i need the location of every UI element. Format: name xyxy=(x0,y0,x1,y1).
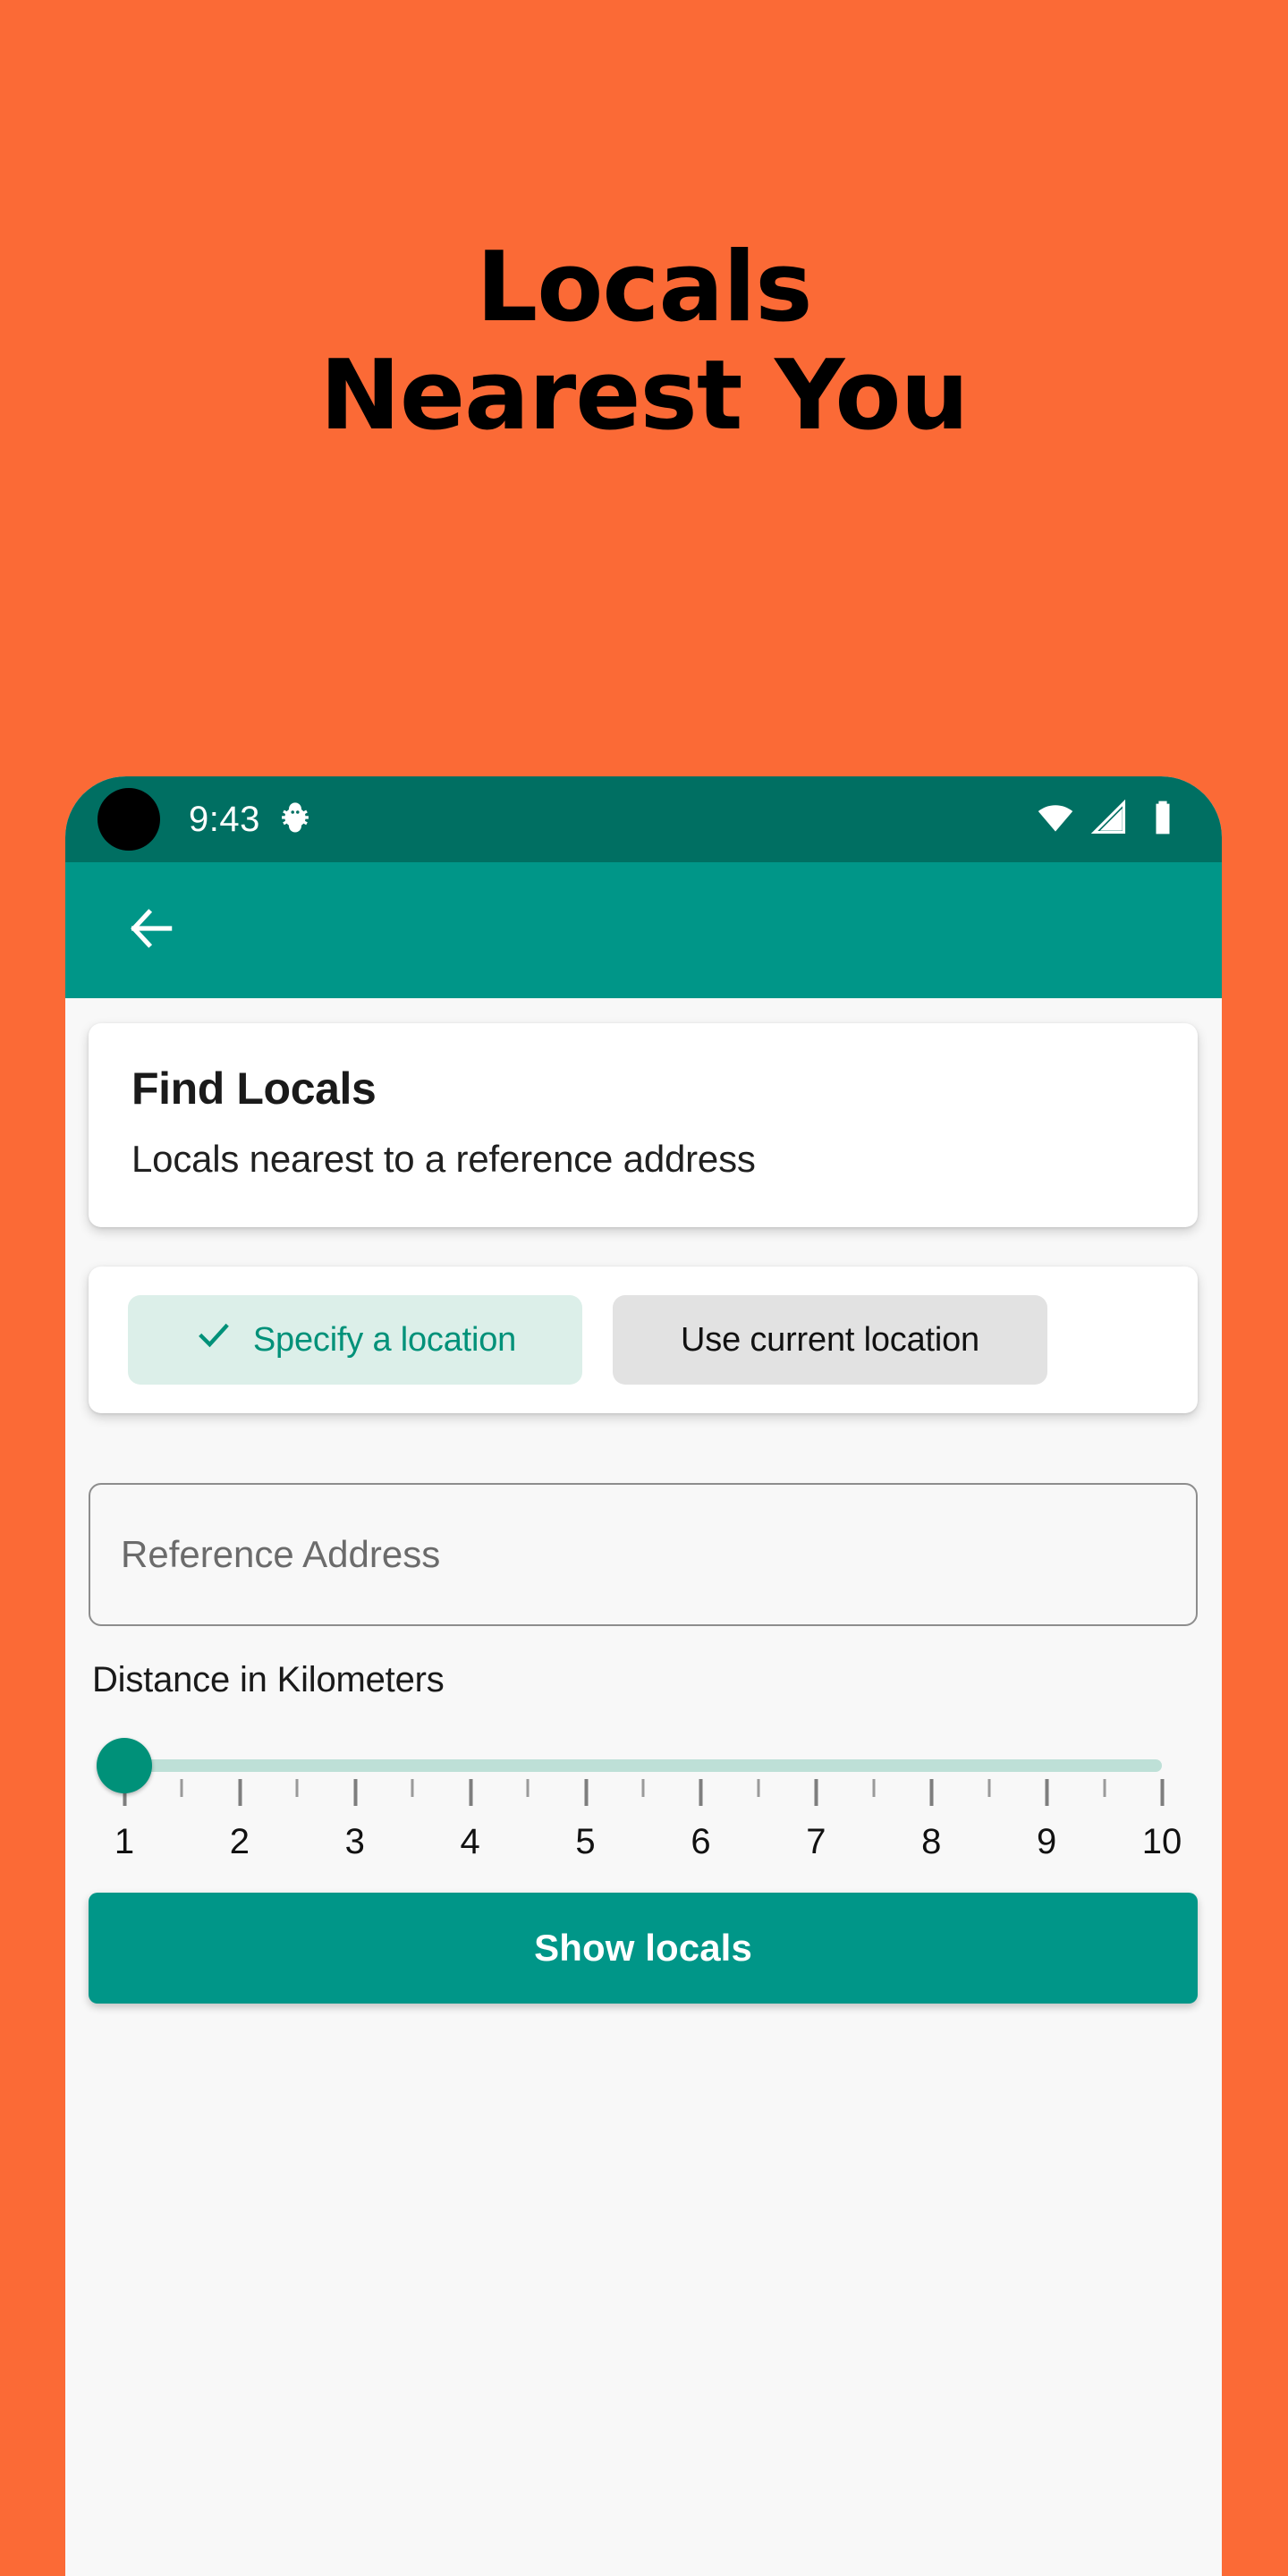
back-button[interactable] xyxy=(108,887,194,973)
slider-tick-label: 2 xyxy=(229,1822,250,1861)
status-bar-right xyxy=(1036,798,1182,842)
slider-tick-major xyxy=(238,1779,242,1806)
slider-tick-label: 8 xyxy=(921,1822,942,1861)
reference-address-field-wrapper xyxy=(89,1483,1198,1626)
distance-slider[interactable] xyxy=(89,1727,1198,1813)
slider-track[interactable] xyxy=(124,1759,1162,1772)
toggle-specify-location-label: Specify a location xyxy=(252,1320,517,1359)
camera-punch-hole xyxy=(97,788,160,851)
slider-tick-minor xyxy=(757,1779,760,1797)
slider-tick-label: 10 xyxy=(1141,1822,1182,1861)
cellular-signal-icon xyxy=(1089,798,1129,842)
distance-slider-label: Distance in Kilometers xyxy=(92,1660,445,1699)
slider-tick-minor xyxy=(411,1779,414,1797)
slider-tick-major xyxy=(699,1779,703,1806)
wifi-icon xyxy=(1036,798,1075,842)
app-bar xyxy=(65,862,1222,998)
slider-tick-label: 7 xyxy=(806,1822,826,1861)
reference-address-input[interactable] xyxy=(89,1483,1198,1626)
slider-ticks xyxy=(123,1779,1165,1806)
slider-tick-label: 4 xyxy=(460,1822,480,1861)
slider-tick-major xyxy=(814,1779,818,1806)
slider-tick-label: 6 xyxy=(691,1822,711,1861)
check-icon xyxy=(194,1316,233,1364)
phone-mockup: 9:43 Find Locals Locals nearest to a ref… xyxy=(65,776,1222,2576)
slider-tick-minor xyxy=(180,1779,183,1797)
slider-tick-minor xyxy=(987,1779,991,1797)
slider-tick-minor xyxy=(295,1779,299,1797)
slider-tick-major xyxy=(929,1779,934,1806)
slider-tick-labels: 1 2 3 4 5 6 7 8 9 10 xyxy=(89,1822,1198,1872)
slider-tick-minor xyxy=(872,1779,876,1797)
slider-tick-label: 5 xyxy=(575,1822,596,1861)
slider-tick-major xyxy=(1160,1779,1165,1806)
status-bar-clock: 9:43 xyxy=(189,799,260,839)
slider-tick-minor xyxy=(1103,1779,1106,1797)
slider-tick-major xyxy=(584,1779,589,1806)
card-subtitle: Locals nearest to a reference address xyxy=(131,1138,756,1180)
slider-tick-major xyxy=(353,1779,358,1806)
slider-tick-major xyxy=(469,1779,473,1806)
status-bar-left: 9:43 xyxy=(189,799,314,841)
card-title: Find Locals xyxy=(131,1063,377,1114)
screen-content: Find Locals Locals nearest to a referenc… xyxy=(65,998,1222,2576)
arrow-left-icon xyxy=(123,901,179,961)
find-locals-card: Find Locals Locals nearest to a referenc… xyxy=(89,1023,1198,1227)
status-bar: 9:43 xyxy=(65,776,1222,862)
toggle-use-current-location[interactable]: Use current location xyxy=(613,1295,1047,1385)
slider-tick-minor xyxy=(526,1779,530,1797)
slider-tick-label: 3 xyxy=(344,1822,365,1861)
promo-headline: Locals Nearest You xyxy=(319,232,970,452)
promo-banner: Locals Nearest You xyxy=(0,0,1288,776)
slider-tick-label: 1 xyxy=(114,1822,135,1861)
slider-thumb[interactable] xyxy=(97,1738,152,1793)
slider-tick-label: 9 xyxy=(1036,1822,1057,1861)
bug-icon xyxy=(276,799,314,841)
toggle-specify-location[interactable]: Specify a location xyxy=(128,1295,582,1385)
slider-tick-major xyxy=(1045,1779,1049,1806)
toggle-use-current-location-label: Use current location xyxy=(681,1320,979,1359)
distance-slider-section: Distance in Kilometers 1 2 3 4 5 6 7 8 9 10 xyxy=(89,1660,1198,1872)
show-locals-button[interactable]: Show locals xyxy=(89,1893,1198,2004)
slider-tick-minor xyxy=(641,1779,645,1797)
battery-icon xyxy=(1143,798,1182,842)
location-mode-card: Specify a location Use current location xyxy=(89,1267,1198,1413)
